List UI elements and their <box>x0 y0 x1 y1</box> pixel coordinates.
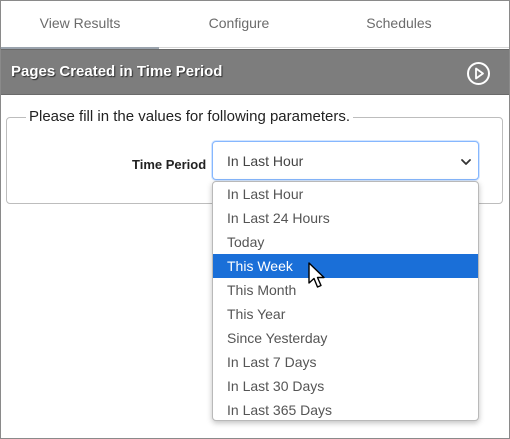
option-this-week[interactable]: This Week <box>213 254 478 278</box>
report-header: Pages Created in Time Period <box>1 49 509 95</box>
time-period-options-list: In Last Hour In Last 24 Hours Today This… <box>212 181 479 421</box>
parameters-legend: Please fill in the values for following … <box>26 108 353 125</box>
report-title: Pages Created in Time Period <box>11 63 223 80</box>
option-in-last-24-hours[interactable]: In Last 24 Hours <box>213 206 478 230</box>
play-circle-icon[interactable] <box>466 61 491 86</box>
tab-view-results[interactable]: View Results <box>1 1 159 49</box>
time-period-selected-value: In Last Hour <box>227 153 304 169</box>
option-in-last-7-days[interactable]: In Last 7 Days <box>213 350 478 374</box>
tab-schedules[interactable]: Schedules <box>319 1 479 48</box>
time-period-select[interactable]: In Last Hour <box>212 141 479 180</box>
option-this-month[interactable]: This Month <box>213 278 478 302</box>
option-in-last-365-days[interactable]: In Last 365 Days <box>213 398 478 420</box>
tab-configure[interactable]: Configure <box>159 1 319 48</box>
option-today[interactable]: Today <box>213 230 478 254</box>
option-since-yesterday[interactable]: Since Yesterday <box>213 326 478 350</box>
option-this-year[interactable]: This Year <box>213 302 478 326</box>
option-in-last-30-days[interactable]: In Last 30 Days <box>213 374 478 398</box>
option-in-last-hour[interactable]: In Last Hour <box>213 182 478 206</box>
report-panel: View Results Configure Schedules Pages C… <box>0 0 510 439</box>
tab-bar: View Results Configure Schedules <box>1 1 509 49</box>
time-period-label: Time Period <box>132 157 207 172</box>
chevron-down-icon <box>460 155 472 167</box>
